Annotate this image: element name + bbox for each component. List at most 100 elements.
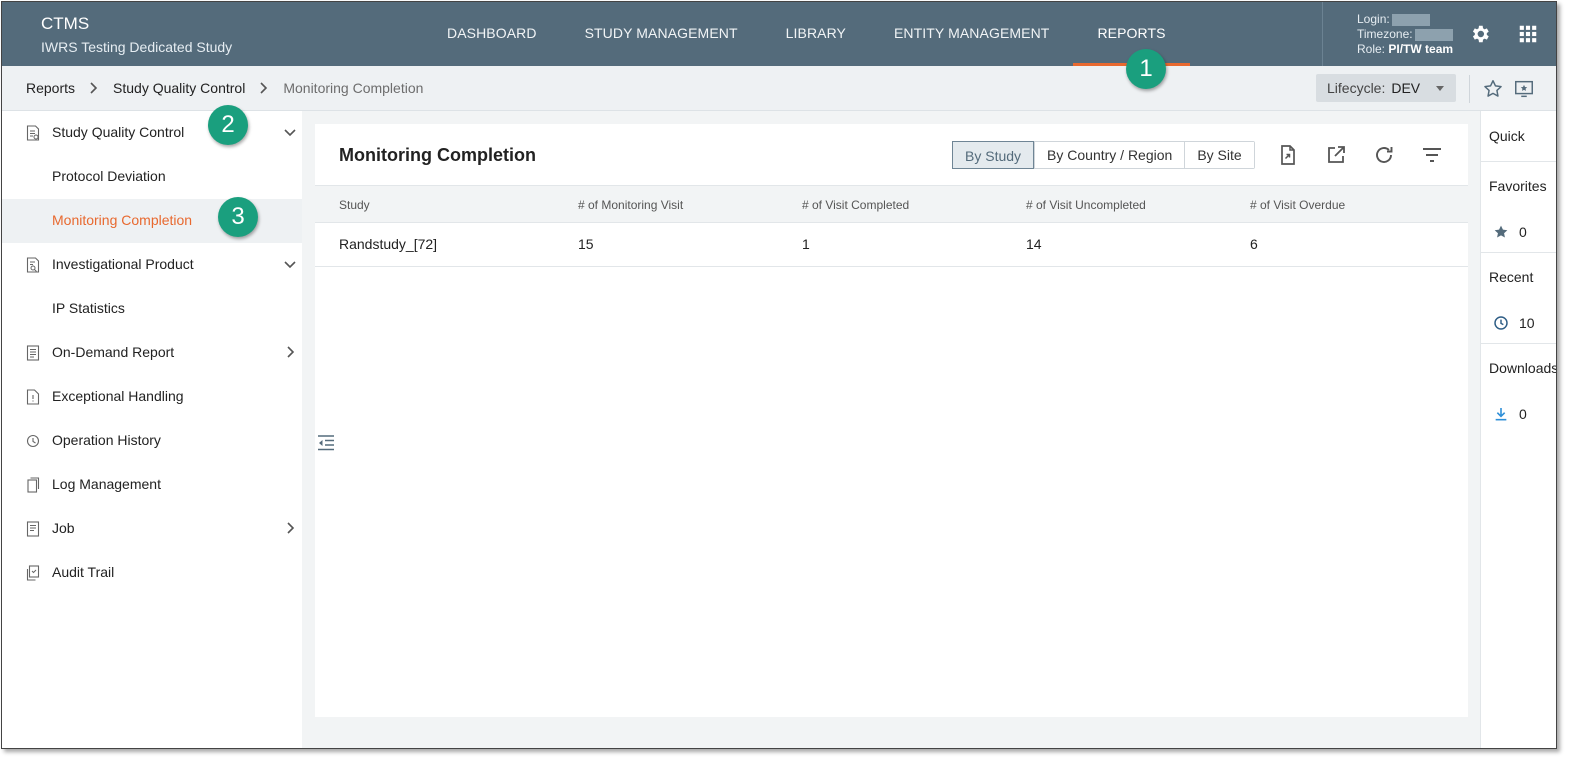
- sidebar-item-label: Job: [52, 520, 75, 536]
- chevron-right-icon: [287, 346, 295, 358]
- nav-library[interactable]: LIBRARY: [762, 2, 870, 66]
- sidebar-item-log-management[interactable]: Log Management: [2, 463, 302, 507]
- callout-badge: 2: [208, 105, 248, 145]
- presentation-icon[interactable]: [1513, 78, 1535, 100]
- breadcrumb-bar: Reports Study Quality Control Monitoring…: [2, 66, 1556, 111]
- sidebar-item-label: Operation History: [52, 432, 161, 448]
- lifecycle-label: Lifecycle:: [1327, 80, 1386, 96]
- open-external-icon[interactable]: [1324, 143, 1348, 167]
- view-by-site-button[interactable]: By Site: [1184, 142, 1254, 168]
- chevron-right-icon: [260, 82, 268, 94]
- column-header-visit-completed[interactable]: # of Visit Completed: [802, 198, 909, 212]
- table-header: Study # of Monitoring Visit # of Visit C…: [315, 185, 1468, 223]
- sidebar-item-label: On-Demand Report: [52, 344, 175, 360]
- sidebar-item-study-quality-control[interactable]: Study Quality Control: [2, 111, 302, 155]
- sidebar-item-investigational-product[interactable]: Investigational Product: [2, 243, 302, 287]
- star-outline-icon[interactable]: [1482, 78, 1504, 100]
- page-title: Monitoring Completion: [339, 145, 536, 165]
- audit-doc-icon: [26, 565, 40, 581]
- downloads-label: Downloads: [1489, 360, 1557, 376]
- cell-visit-completed: 1: [802, 236, 810, 252]
- sidebar-item-audit-trail[interactable]: Audit Trail: [2, 551, 302, 595]
- lifecycle-select[interactable]: Lifecycle: DEV: [1316, 74, 1456, 102]
- chevron-down-icon: [284, 261, 296, 269]
- study-name[interactable]: IWRS Testing Dedicated Study: [41, 39, 232, 55]
- table-row[interactable]: Randstudy_[72] 15 1 14 6: [315, 223, 1468, 267]
- column-header-visit-overdue[interactable]: # of Visit Overdue: [1250, 198, 1345, 212]
- filter-icon[interactable]: [1420, 143, 1444, 167]
- redacted-timezone: [1414, 28, 1453, 41]
- app-window: CTMS IWRS Testing Dedicated Study DASHBO…: [1, 1, 1557, 749]
- sidebar-item-protocol-deviation[interactable]: Protocol Deviation: [2, 155, 302, 199]
- sidebar-item-ip-statistics[interactable]: IP Statistics: [2, 287, 302, 331]
- sidebar: Study Quality Control Protocol Deviation…: [2, 111, 302, 748]
- role-label: Role:: [1357, 42, 1386, 56]
- cell-visit-overdue: 6: [1250, 236, 1258, 252]
- nav-entity-management[interactable]: ENTITY MANAGEMENT: [870, 2, 1073, 66]
- app-name: CTMS: [41, 14, 90, 33]
- report-check-icon: [26, 125, 40, 141]
- lifecycle-value: DEV: [1391, 80, 1421, 96]
- refresh-icon[interactable]: [1372, 143, 1396, 167]
- apps-grid-icon[interactable]: [1517, 23, 1539, 45]
- column-header-monitoring-visit[interactable]: # of Monitoring Visit: [578, 198, 683, 212]
- callout-badge: 1: [1126, 49, 1166, 89]
- divider: [1481, 252, 1556, 253]
- caret-down-icon: [1436, 86, 1444, 91]
- report-panel: Monitoring Completion By Study By Countr…: [315, 124, 1468, 717]
- view-by-study-button[interactable]: By Study: [952, 141, 1035, 169]
- sidebar-item-on-demand-report[interactable]: On-Demand Report: [2, 331, 302, 375]
- nav-study-management[interactable]: STUDY MANAGEMENT: [561, 2, 762, 66]
- chevron-right-icon: [90, 82, 98, 94]
- recent-label: Recent: [1489, 269, 1534, 285]
- main-nav: DASHBOARD STUDY MANAGEMENT LIBRARY ENTIT…: [423, 2, 1190, 66]
- document-alert-icon: [26, 389, 40, 405]
- sidebar-item-job[interactable]: Job: [2, 507, 302, 551]
- callout-badge: 3: [218, 197, 258, 237]
- favorites-label: Favorites: [1489, 178, 1547, 194]
- column-header-study[interactable]: Study: [339, 198, 370, 212]
- report-search-icon: [26, 257, 40, 273]
- log-copy-icon: [27, 477, 40, 493]
- breadcrumb: Reports Study Quality Control Monitoring…: [26, 80, 423, 96]
- view-toggle: By Study By Country / Region By Site: [952, 141, 1255, 169]
- top-header: CTMS IWRS Testing Dedicated Study DASHBO…: [2, 2, 1556, 66]
- sidebar-item-label: Investigational Product: [52, 256, 194, 272]
- job-list-icon: [26, 521, 40, 537]
- sidebar-item-label: Study Quality Control: [52, 124, 185, 140]
- quick-panel: Quick Favorites 0 Recent 10 Downloads 0: [1480, 111, 1557, 748]
- sidebar-item-exceptional-handling[interactable]: Exceptional Handling: [2, 375, 302, 419]
- sidebar-item-label: IP Statistics: [52, 300, 125, 316]
- view-by-country-region-button[interactable]: By Country / Region: [1034, 142, 1185, 168]
- recent-count-value: 10: [1519, 315, 1535, 331]
- login-label: Login:: [1357, 12, 1390, 26]
- collapse-sidebar-icon[interactable]: [316, 433, 336, 453]
- chevron-down-icon: [284, 129, 296, 137]
- role-value: PI/TW team: [1388, 42, 1454, 56]
- breadcrumb-monitoring-completion: Monitoring Completion: [283, 80, 424, 96]
- gear-icon[interactable]: [1469, 23, 1491, 45]
- redacted-login: [1391, 13, 1430, 26]
- nav-dashboard[interactable]: DASHBOARD: [423, 2, 561, 66]
- star-icon: [1494, 225, 1508, 238]
- report-list-icon: [26, 345, 40, 361]
- recent-count[interactable]: 10: [1493, 314, 1535, 332]
- favorites-count-value: 0: [1519, 224, 1527, 240]
- sidebar-item-label: Audit Trail: [52, 564, 115, 580]
- divider: [1481, 343, 1556, 344]
- breadcrumb-reports[interactable]: Reports: [26, 80, 75, 96]
- export-file-icon[interactable]: [1276, 143, 1300, 167]
- clock-icon: [1494, 316, 1508, 330]
- chevron-right-icon: [287, 522, 295, 534]
- history-icon: [26, 434, 40, 448]
- column-header-visit-uncompleted[interactable]: # of Visit Uncompleted: [1026, 198, 1146, 212]
- breadcrumb-study-quality-control[interactable]: Study Quality Control: [113, 80, 245, 96]
- sidebar-item-operation-history[interactable]: Operation History: [2, 419, 302, 463]
- cell-monitoring-visit: 15: [578, 236, 594, 252]
- sidebar-item-label: Log Management: [52, 476, 161, 492]
- sidebar-item-label: Exceptional Handling: [52, 388, 184, 404]
- downloads-count[interactable]: 0: [1493, 405, 1527, 423]
- divider: [1469, 75, 1470, 103]
- divider: [1481, 161, 1556, 162]
- favorites-count[interactable]: 0: [1493, 223, 1527, 241]
